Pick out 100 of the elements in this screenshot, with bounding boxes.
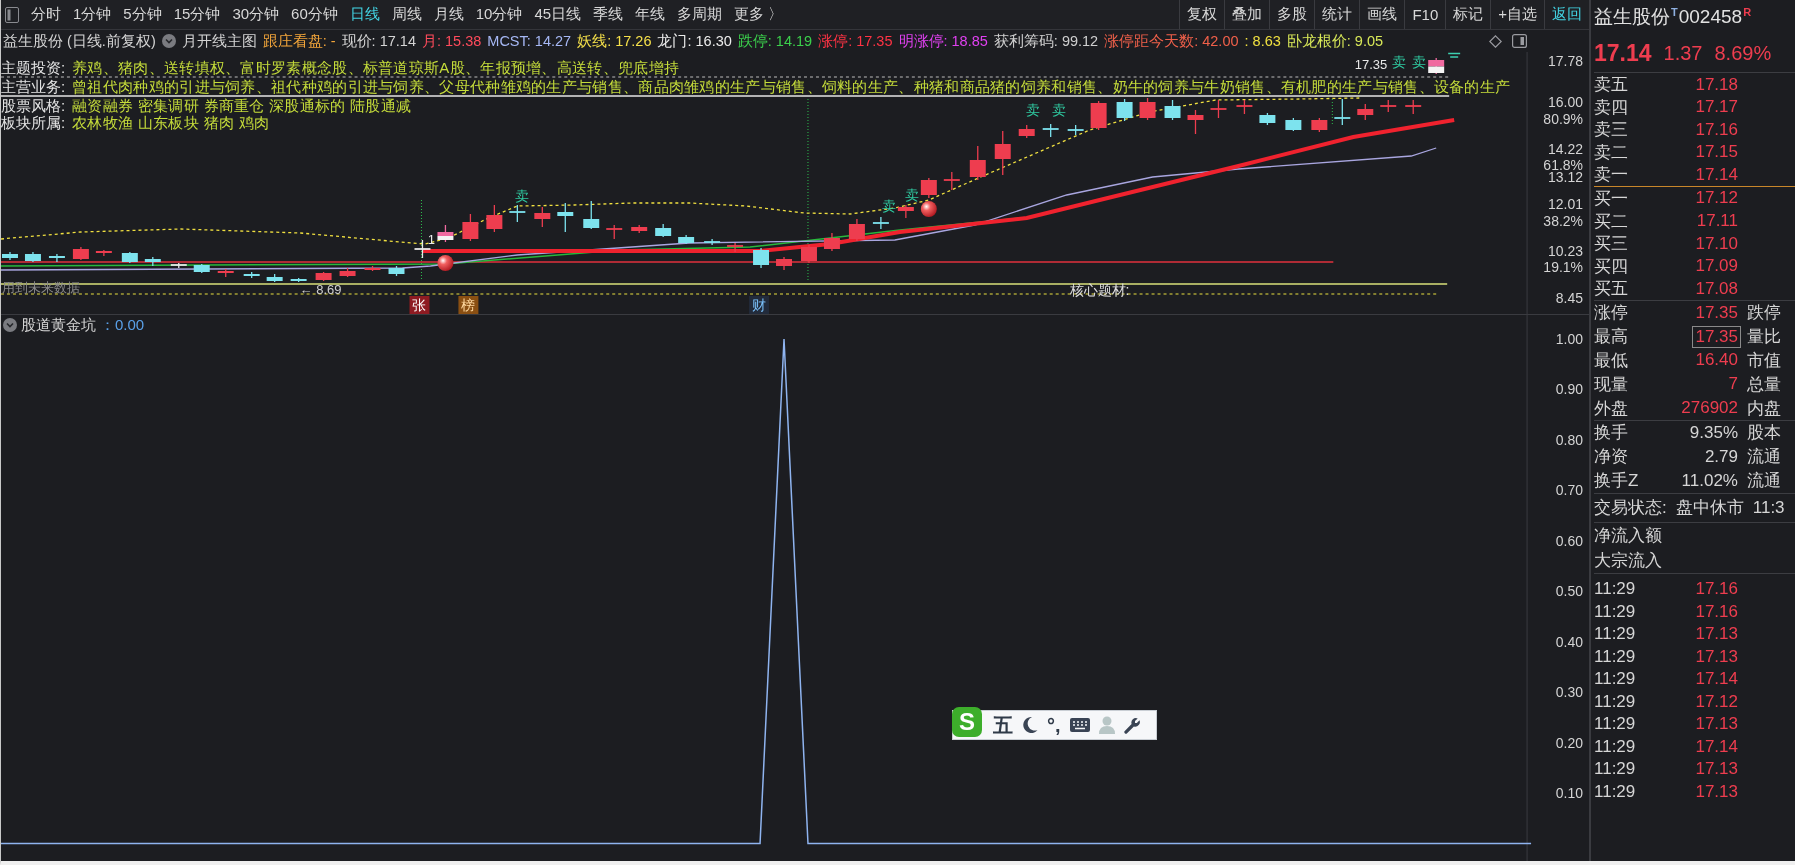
toolbar-button[interactable]: 统计 xyxy=(1314,0,1360,29)
dropdown-icon[interactable] xyxy=(161,34,176,48)
candlestick xyxy=(534,206,551,228)
period-tab[interactable]: 年线 xyxy=(629,0,672,29)
axis-label: 0.60 xyxy=(1555,532,1583,549)
stat-label: 最高 xyxy=(1594,326,1629,349)
axis-label: 8.45 xyxy=(1555,290,1583,306)
order-level-label: 卖四 xyxy=(1594,96,1629,119)
candlestick xyxy=(655,223,672,238)
punctuation-button[interactable]: °, xyxy=(1047,715,1061,735)
candlestick xyxy=(24,251,41,263)
trade-price: 17.13 xyxy=(1694,758,1739,781)
trade-time: 11:29 xyxy=(1594,624,1637,645)
toolbar-button[interactable]: 返回 xyxy=(1544,0,1589,29)
marker-line xyxy=(1331,98,1333,127)
theme-label: 核心题材: xyxy=(1069,282,1130,298)
wrench-icon[interactable] xyxy=(1123,716,1141,734)
candlestick xyxy=(388,265,405,277)
indicator-reading: 卧龙根价: 9.05 xyxy=(1286,31,1384,51)
period-tab[interactable]: 30分钟 xyxy=(226,0,286,29)
trade-price: 17.13 xyxy=(1694,713,1739,736)
trade-price: 17.16 xyxy=(1694,578,1739,601)
chart-title: 益生股份 (日线.前复权) xyxy=(3,31,156,51)
moon-icon[interactable] xyxy=(1022,716,1038,734)
candlestick xyxy=(1067,124,1084,136)
candlestick xyxy=(1334,98,1351,126)
candlestick xyxy=(217,268,234,278)
indicator-reading: 涨停: 17.35 xyxy=(818,31,893,51)
order-price: 17.09 xyxy=(1694,255,1739,278)
period-tab[interactable]: 45日线 xyxy=(528,0,588,29)
period-tab[interactable]: 周线 xyxy=(385,0,428,29)
trade-time: 11:29 xyxy=(1594,646,1637,667)
period-tab[interactable]: 日线 xyxy=(343,0,386,29)
axis-label: 0.30 xyxy=(1555,684,1583,701)
period-tab[interactable]: 60分钟 xyxy=(285,0,344,29)
collapse-icon[interactable] xyxy=(3,318,17,332)
axis-label: 0.10 xyxy=(1555,785,1583,802)
candlestick xyxy=(462,213,479,242)
candlestick xyxy=(486,204,503,233)
axis-label: 17.78 xyxy=(1548,53,1583,69)
period-tab[interactable]: 多周期 xyxy=(671,0,729,29)
candlestick xyxy=(1311,117,1328,133)
indicator-reading: MCST: 14.27 xyxy=(487,33,572,49)
order-level-label: 买二 xyxy=(1594,210,1629,233)
sphere-icon xyxy=(437,255,454,271)
stat-value: 16.40 xyxy=(1694,349,1739,372)
info-label: 板块所属: xyxy=(1,114,66,131)
order-level-label: 买四 xyxy=(1594,255,1629,278)
toolbar-button[interactable]: 多股 xyxy=(1269,0,1315,29)
period-tab[interactable]: 月线 xyxy=(427,0,470,29)
period-tab[interactable]: 分时 xyxy=(25,0,67,29)
status-value: 盘中休市 xyxy=(1674,497,1745,520)
toolbar-button[interactable]: 标记 xyxy=(1445,0,1491,29)
indicator-reading: 妖线: 17.26 xyxy=(577,31,652,51)
panel-toggle-icon[interactable] xyxy=(5,6,19,23)
order-level-label: 买一 xyxy=(1594,187,1629,210)
period-tab[interactable]: 5分钟 xyxy=(117,0,168,29)
toolbar-button[interactable]: F10 xyxy=(1404,0,1446,29)
candlestick xyxy=(631,224,648,234)
period-tab[interactable]: 更多 〉 xyxy=(728,0,790,29)
axis-label: 10.23 xyxy=(1548,243,1583,259)
candlestick xyxy=(1380,99,1397,113)
sell-signal: 卖 xyxy=(881,198,896,214)
trade-price: 17.16 xyxy=(1694,600,1739,623)
info-label: 主营业务: xyxy=(1,78,66,95)
candlestick xyxy=(266,273,283,283)
order-level-label: 买五 xyxy=(1594,278,1629,301)
order-price: 17.12 xyxy=(1694,187,1739,210)
toolbar-button[interactable]: 叠加 xyxy=(1224,0,1270,29)
candlestick xyxy=(437,224,454,243)
toolbar-button[interactable]: 画线 xyxy=(1359,0,1405,29)
trade-time: 11:29 xyxy=(1594,781,1637,802)
sell-signal: 卖 xyxy=(1051,102,1066,118)
template-name[interactable]: 月开线主图 xyxy=(181,31,257,51)
period-tab[interactable]: 10分钟 xyxy=(469,0,529,29)
order-level-label: 买三 xyxy=(1594,233,1629,256)
toolbar-button[interactable]: 复权 xyxy=(1179,0,1225,29)
axis-label: 0.40 xyxy=(1555,633,1583,650)
axis-label: 19.1% xyxy=(1543,259,1583,275)
stat-label: 流通 xyxy=(1747,446,1782,469)
last-price: 17.14 xyxy=(1594,39,1652,67)
period-tab[interactable]: 1分钟 xyxy=(67,0,118,29)
period-tab[interactable]: 15分钟 xyxy=(167,0,227,29)
candlestick xyxy=(72,246,89,261)
sell-signal: 卖 xyxy=(904,187,919,203)
keyboard-icon[interactable] xyxy=(1069,718,1090,732)
input-mode-button[interactable]: 五 xyxy=(993,715,1013,735)
axis-label: 0.50 xyxy=(1555,583,1583,600)
stat-label: 市值 xyxy=(1747,349,1782,372)
candlestick xyxy=(943,171,960,191)
diamond-icon[interactable] xyxy=(1489,34,1502,48)
toolbar-button[interactable]: +自选 xyxy=(1490,0,1544,29)
candlestick xyxy=(121,251,138,264)
period-tab[interactable]: 季线 xyxy=(587,0,630,29)
stat-value: 17.35 xyxy=(1692,325,1741,348)
trade-time: 11:29 xyxy=(1594,669,1637,690)
window-icon[interactable] xyxy=(1512,34,1527,48)
trade-time: 11:29 xyxy=(1594,714,1637,735)
candlestick xyxy=(678,234,695,245)
stat-label: 股本 xyxy=(1747,422,1782,445)
